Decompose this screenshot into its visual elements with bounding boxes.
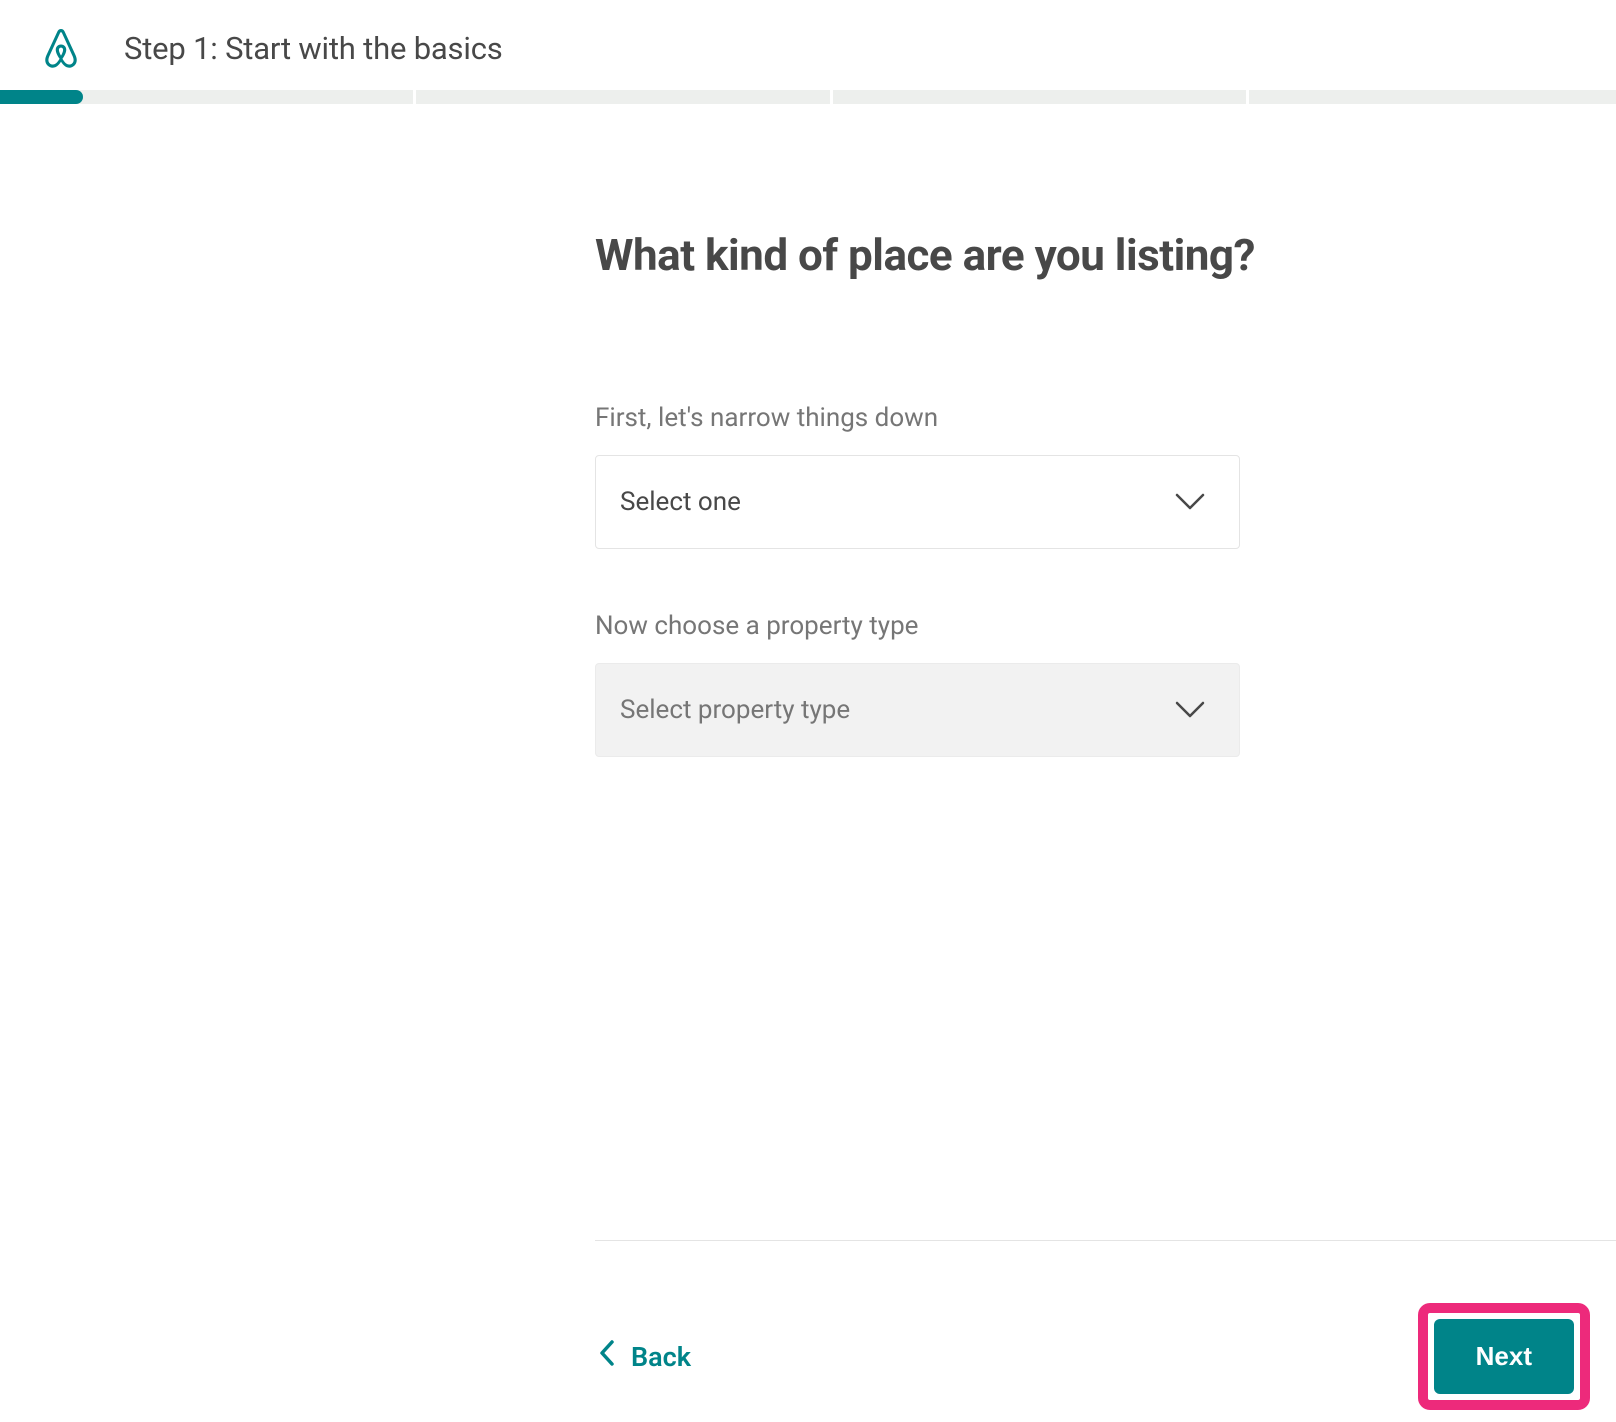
progress-segment-1 <box>0 90 413 104</box>
next-highlight-box: Next <box>1418 1303 1590 1410</box>
footer-controls: Back Next <box>595 1303 1616 1410</box>
select-narrow-value: Select one <box>620 487 741 517</box>
select-narrow-down[interactable]: Select one <box>595 455 1240 549</box>
chevron-left-icon <box>599 1340 615 1373</box>
progress-segment-3 <box>833 90 1246 104</box>
progress-bar <box>0 90 1616 104</box>
select-property-value: Select property type <box>620 695 850 725</box>
airbnb-logo-icon[interactable] <box>38 24 84 72</box>
back-button[interactable]: Back <box>595 1340 691 1373</box>
next-button[interactable]: Next <box>1434 1319 1574 1394</box>
field-label-property: Now choose a property type <box>595 611 1616 641</box>
header: Step 1: Start with the basics <box>0 0 1616 90</box>
back-label: Back <box>631 1341 691 1373</box>
chevron-down-icon <box>1175 493 1205 511</box>
step-title: Step 1: Start with the basics <box>124 30 503 67</box>
progress-segment-2 <box>416 90 830 104</box>
field-label-narrow: First, let's narrow things down <box>595 403 1616 433</box>
select-wrapper-property: Select property type <box>595 663 1240 757</box>
main-content: What kind of place are you listing? Firs… <box>0 104 1616 757</box>
progress-segment-4 <box>1249 90 1616 104</box>
footer-divider <box>595 1240 1616 1241</box>
footer: Back Next <box>595 1240 1616 1422</box>
chevron-down-icon <box>1175 701 1205 719</box>
page-heading: What kind of place are you listing? <box>595 228 1616 283</box>
select-wrapper-narrow: Select one <box>595 455 1240 549</box>
progress-fill <box>0 90 83 104</box>
select-property-type[interactable]: Select property type <box>595 663 1240 757</box>
